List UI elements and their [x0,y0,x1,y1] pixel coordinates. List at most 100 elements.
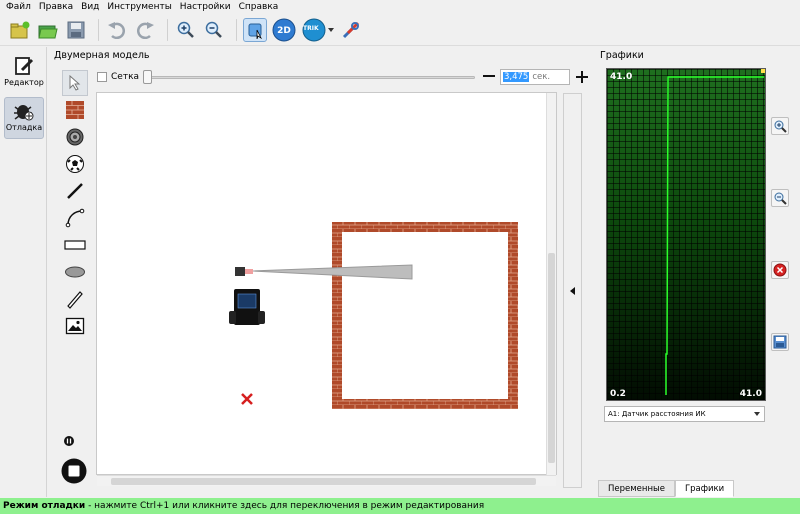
skittle-tool[interactable] [62,124,88,150]
pointer-icon [69,75,81,91]
vertical-scroll-thumb[interactable] [548,253,555,463]
close-circle-icon [773,263,787,277]
toolbar: 2D TRIK [0,15,800,46]
mode-switcher: Редактор Отладка [0,47,47,497]
grid-label: Сетка [111,72,140,82]
ellipse-tool[interactable] [62,259,88,285]
new-file-icon[interactable] [8,18,32,42]
item-palette [62,70,88,490]
menu-tools[interactable]: Инструменты [103,0,175,15]
wall-left[interactable] [332,222,342,409]
time-unit: сек. [532,72,551,82]
chevron-left-icon [570,286,575,295]
zoom-out-icon[interactable] [202,18,226,42]
graph-line [665,69,765,395]
zoom-out-icon [774,192,787,205]
graph-save-button[interactable] [771,333,789,351]
line-tool[interactable] [62,178,88,204]
plus-icon[interactable] [576,70,588,84]
toolbar-separator [236,19,237,41]
sensor-graph: 41.0 0.2 41.0 [606,68,766,401]
edit-document-icon [15,57,34,75]
status-mode: Режим отладки [3,501,86,511]
tab-graphs[interactable]: Графики [674,480,735,497]
open-folder-icon[interactable] [36,18,60,42]
can-icon [66,128,84,146]
trik-robot[interactable] [229,289,265,325]
bug-icon [14,105,34,121]
ir-sensor-tip [245,269,253,274]
rectangle-tool[interactable] [62,232,88,258]
menu-bar: Файл Правка Вид Инструменты Настройки Сп… [0,0,800,15]
graph-reset-button[interactable] [771,261,789,279]
chevron-down-icon [754,412,760,416]
menu-help[interactable]: Справка [235,0,283,15]
graph-zoom-in-button[interactable] [771,117,789,135]
soccer-ball-icon [66,155,84,173]
rectangle-icon [64,240,86,250]
speed-slider-handle[interactable] [143,70,152,84]
debug-view-icon[interactable] [243,18,267,42]
undo-icon[interactable] [105,18,129,42]
2d-model-button[interactable]: 2D [271,18,297,42]
editor-mode-button[interactable]: Редактор [4,53,44,95]
horizontal-scroll-thumb[interactable] [111,478,536,485]
scene [229,222,518,409]
editor-mode-label: Редактор [4,78,44,87]
wall-bottom[interactable] [332,399,518,409]
model2d-title: Двумерная модель [54,50,150,61]
status-bar[interactable]: Режим отладки - нажмите Ctrl+1 или кликн… [0,498,800,514]
time-field[interactable]: 3,475 сек. [500,69,570,85]
menu-settings[interactable]: Настройки [176,0,235,15]
minus-icon[interactable] [483,75,495,77]
sensor-dropdown[interactable]: A1: Датчик расстояния ИК [604,406,765,422]
ellipse-icon [65,266,85,278]
curve-tool[interactable] [62,205,88,231]
graph-min-label: 0.2 [610,389,626,399]
save-icon[interactable] [64,18,88,42]
canvas-horizontal-scrollbar[interactable] [97,475,556,486]
menu-edit[interactable]: Правка [35,0,77,15]
collapse-panel-button[interactable] [563,93,582,488]
watch-tabs: Переменные Графики [598,480,735,497]
zoom-in-icon[interactable] [174,18,198,42]
debug-mode-button[interactable]: Отладка [4,97,44,139]
pencil-icon [67,291,83,309]
debug-mode-label: Отладка [5,123,43,132]
grid-checkbox[interactable] [97,72,107,82]
speed-slider[interactable] [145,76,475,79]
line-icon [67,183,83,199]
image-tool[interactable] [62,313,88,339]
status-hint: - нажмите Ctrl+1 или кликните здесь для … [85,501,485,511]
bezier-icon [65,208,85,228]
tab-variables[interactable]: Переменные [598,480,675,497]
graph-zoom-out-button[interactable] [771,189,789,207]
save-icon [773,335,787,349]
brick-wall-icon [66,101,84,119]
pause-button[interactable] [64,436,74,449]
pencil-tool[interactable] [62,286,88,312]
stop-icon [61,458,87,484]
stop-button[interactable] [61,458,87,487]
wall-tool[interactable] [62,97,88,123]
ball-tool[interactable] [62,151,88,177]
redo-icon[interactable] [133,18,157,42]
menu-view[interactable]: Вид [77,0,103,15]
wall-top[interactable] [332,222,518,232]
tools-icon[interactable] [339,18,363,42]
wall-right[interactable] [508,222,518,409]
model-canvas[interactable] [96,92,557,475]
image-icon [65,317,85,335]
graph-current-label: 41.0 [739,389,762,399]
2d-model-label: 2D [277,25,291,36]
ir-sensor[interactable] [235,267,245,276]
toolbar-separator [167,19,168,41]
trik-robot-button[interactable]: TRIK [301,18,335,42]
menu-file[interactable]: Файл [2,0,35,15]
cursor-tool[interactable] [62,70,88,96]
start-position-marker[interactable] [241,393,253,405]
pause-icon [64,436,74,446]
graph-max-label: 41.0 [610,72,633,82]
chevron-down-icon[interactable] [328,28,334,32]
canvas-vertical-scrollbar[interactable] [546,93,556,476]
